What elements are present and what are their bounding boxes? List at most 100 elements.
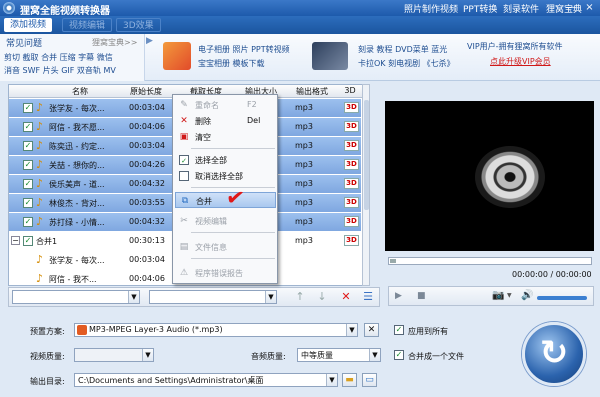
ad2-line2[interactable]: 卡拉OK 刻电视剧 《七杀》 — [358, 58, 455, 69]
merge-icon: ⧉ — [181, 196, 189, 206]
col-3d[interactable]: 3D — [339, 86, 361, 95]
ad1-line1[interactable]: 电子相册 照片 PPT转视频 — [198, 44, 290, 55]
row-checkbox[interactable]: ✓ — [23, 179, 33, 189]
3d-button[interactable]: 3D — [344, 216, 359, 227]
ppt-ad-icon[interactable] — [163, 42, 191, 70]
col-output-format[interactable]: 输出格式 — [287, 86, 337, 97]
menu-item-clear[interactable]: ▣ 清空 — [175, 129, 276, 145]
row-checkbox[interactable]: ✓ — [23, 198, 33, 208]
play-icon[interactable]: ▶ — [395, 291, 402, 301]
output-dir-field[interactable]: C:\Documents and Settings\Administrator\… — [74, 373, 338, 387]
3d-button[interactable]: 3D — [344, 159, 359, 170]
merge-file-checkbox[interactable]: ✓ — [394, 350, 404, 360]
audio-file-icon: ♪ — [36, 215, 44, 228]
audio-quality-select[interactable]: 中等质量 ▼ — [297, 348, 381, 362]
menu-separator — [191, 148, 275, 149]
menu-ppt[interactable]: PPT转换 — [463, 2, 497, 15]
chevron-down-icon[interactable]: ▼ — [507, 292, 512, 299]
row-format: mp3 — [295, 217, 313, 226]
seek-handle[interactable] — [390, 259, 396, 263]
audio-file-icon: ♪ — [36, 272, 44, 285]
row-name: 关喆 - 想你的... — [49, 161, 105, 170]
seek-bar[interactable] — [388, 257, 592, 265]
row-checkbox[interactable]: ✓ — [23, 103, 33, 113]
menu-label: 选择全部 — [195, 156, 227, 165]
menu-item-rename[interactable]: ✎ 重命名 F2 — [175, 97, 276, 113]
3d-button[interactable]: 3D — [344, 140, 359, 151]
row-checkbox[interactable]: ✓ — [23, 122, 33, 132]
faq-panel: 常见问题 狸窝宝典>> 剪切 截取 合并 压缩 字幕 微信 消音 SWF 片头 … — [0, 34, 145, 81]
menu-item-select-all[interactable]: ✓ 选择全部 — [175, 152, 276, 168]
faq-guide-link[interactable]: 狸窝宝典>> — [92, 37, 137, 48]
3d-button[interactable]: 3D — [344, 197, 359, 208]
3d-button[interactable]: 3D — [344, 178, 359, 189]
list-scrollbar[interactable] — [362, 84, 370, 286]
video-quality-label: 视频质量: — [30, 352, 65, 361]
scrollbar-thumb[interactable] — [364, 100, 369, 210]
stop-icon[interactable]: ■ — [417, 291, 426, 301]
tab-add-video[interactable]: 添加视频 — [4, 18, 53, 32]
row-checkbox[interactable]: ✓ — [23, 217, 33, 227]
col-name[interactable]: 名称 — [45, 86, 115, 97]
video-quality-select[interactable]: ▼ — [74, 348, 154, 362]
move-down-icon[interactable]: ↓ — [315, 290, 329, 304]
row-name: 阿信 - 我不愿... — [49, 123, 105, 132]
row-name: 侯乐美声 - 道... — [49, 180, 105, 189]
menu-photo-video[interactable]: 照片制作视频 — [404, 2, 458, 15]
audio-file-icon: ♪ — [36, 158, 44, 171]
camera-icon[interactable]: 📷 — [492, 290, 504, 301]
close-icon[interactable]: × — [584, 2, 595, 13]
move-up-icon[interactable]: ↑ — [293, 290, 307, 304]
volume-icon[interactable]: 🔊 — [521, 290, 533, 301]
audio-file-icon: ♪ — [36, 120, 44, 133]
col-original-length[interactable]: 原始长度 — [117, 86, 175, 97]
folder-icon[interactable]: ▬ — [342, 373, 357, 387]
row-checkbox[interactable]: ✓ — [23, 141, 33, 151]
preset-settings-icon[interactable]: ✕ — [364, 323, 379, 337]
menu-item-delete[interactable]: ✕ 删除 Del — [175, 113, 276, 129]
menu-item-video-edit[interactable]: ✂ 视频编辑 — [175, 213, 276, 229]
mp3-format-icon — [77, 325, 87, 335]
ad2-line1[interactable]: 刻录 教程 DVD菜单 蓝光 — [358, 44, 447, 55]
3d-button[interactable]: 3D — [344, 235, 359, 246]
menu-item-deselect-all[interactable]: 取消选择全部 — [175, 168, 276, 184]
menu-burn[interactable]: 刻录软件 — [503, 2, 539, 15]
menu-label: 文件信息 — [195, 243, 227, 252]
faq-links-row1[interactable]: 剪切 截取 合并 压缩 字幕 微信 — [4, 52, 113, 63]
3d-button[interactable]: 3D — [344, 121, 359, 132]
remove-icon[interactable]: ✕ — [339, 290, 353, 304]
minimize-icon[interactable]: – — [568, 2, 579, 13]
audio-track-select[interactable]: ▼ — [149, 290, 277, 304]
subtitle-select[interactable]: ▼ — [12, 290, 140, 304]
preset-value: MP3-MPEG Layer-3 Audio (*.mp3) — [89, 325, 223, 334]
faq-links-row2[interactable]: 消音 SWF 片头 GIF 双音轨 MV — [4, 65, 116, 76]
list-settings-icon[interactable]: ☰ — [361, 290, 375, 304]
merge-file-label: 合并成一个文件 — [408, 352, 464, 361]
collapse-arrow-icon[interactable]: ▶ — [146, 36, 154, 76]
row-format: mp3 — [295, 198, 313, 207]
row-duration: 00:30:13 — [129, 236, 165, 245]
dvd-ad-icon[interactable] — [312, 42, 348, 70]
chevron-down-icon: ▼ — [265, 291, 276, 303]
row-name: 阿信 - 我不... — [49, 275, 97, 284]
tab-video-edit[interactable]: 视频编辑 — [62, 18, 113, 32]
vip-upgrade-link[interactable]: 点此升级VIP会员 — [490, 56, 551, 67]
3d-button[interactable]: 3D — [344, 102, 359, 113]
open-folder-icon[interactable]: ▭ — [362, 373, 377, 387]
collapse-toggle-icon[interactable]: − — [11, 236, 20, 245]
tab-3d-effect[interactable]: 3D效果 — [116, 18, 161, 32]
row-name: 陈奕迅 - 约定... — [49, 142, 105, 151]
convert-button[interactable]: ↻ — [522, 322, 586, 386]
menu-item-file-info[interactable]: ▤ 文件信息 — [175, 239, 276, 255]
row-checkbox[interactable]: ✓ — [23, 236, 33, 246]
title-bar: 狸窝全能视频转换器 照片制作视频 PPT转换 刻录软件 狸窝宝典 – × — [0, 0, 600, 17]
vip-promo-text: VIP用户-拥有狸窝所有软件 — [467, 42, 563, 51]
menu-item-error-report[interactable]: ⚠ 程序错误报告 — [175, 265, 276, 281]
volume-slider[interactable] — [537, 296, 587, 300]
ad1-line2[interactable]: 宝宝相册 模板下载 — [198, 58, 265, 69]
apply-all-checkbox[interactable]: ✓ — [394, 325, 404, 335]
toolbar-tabs: 添加视频 视频编辑 3D效果 — [0, 16, 600, 34]
apply-all-label: 应用到所有 — [408, 327, 448, 336]
preset-select[interactable]: MP3-MPEG Layer-3 Audio (*.mp3) ▼ — [74, 323, 358, 337]
row-checkbox[interactable]: ✓ — [23, 160, 33, 170]
